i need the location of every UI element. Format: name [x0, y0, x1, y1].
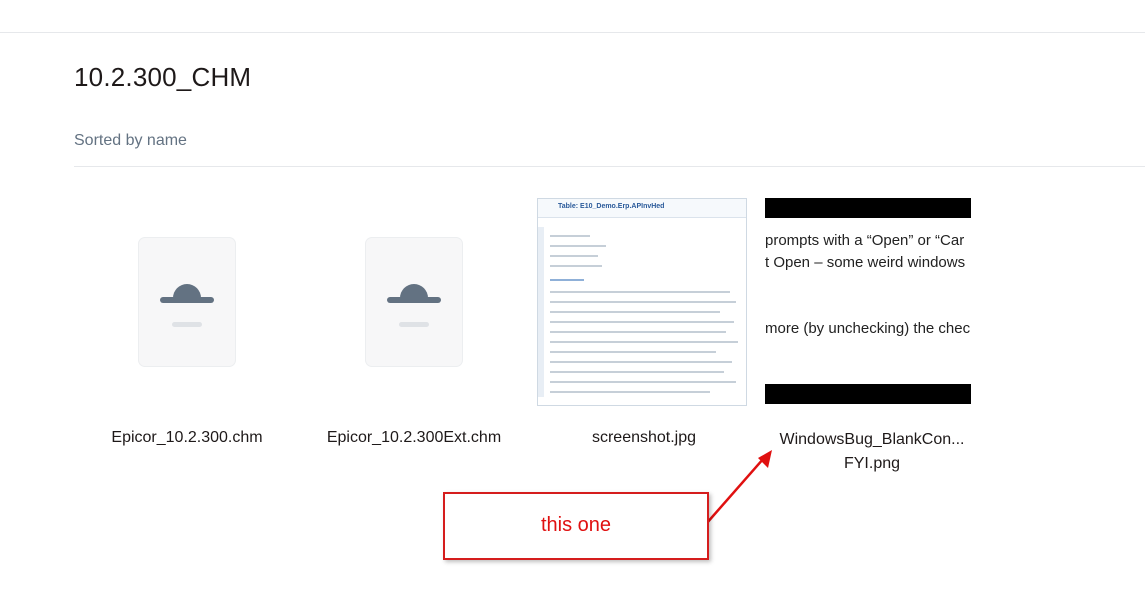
png-preview: prompts with a “Open” or “Car t Open – s…	[765, 198, 971, 404]
preview-line	[550, 341, 738, 343]
preview-line	[550, 265, 602, 267]
file-thumbnail[interactable]: prompts with a “Open” or “Car t Open – s…	[765, 198, 979, 406]
file-tile-screenshot-jpg[interactable]: Table: E10_Demo.Erp.APInvHed screenshot.…	[537, 198, 751, 450]
file-name-line: FYI.png	[843, 455, 901, 472]
lock-icon	[387, 284, 441, 303]
file-name[interactable]: WindowsBug_BlankCon... FYI.png	[765, 428, 979, 476]
preview-black-bar	[765, 198, 971, 218]
preview-line	[550, 245, 606, 247]
file-name[interactable]: Epicor_10.2.300.chm	[80, 426, 294, 450]
header-divider	[0, 32, 1145, 33]
preview-text-line: prompts with a “Open” or “Car	[765, 232, 965, 249]
preview-title: Table: E10_Demo.Erp.APInvHed	[558, 203, 665, 210]
preview-line	[550, 235, 590, 237]
file-tile-windowsbug-png[interactable]: prompts with a “Open” or “Car t Open – s…	[765, 198, 979, 476]
preview-line	[550, 381, 736, 383]
file-thumbnail[interactable]	[307, 198, 521, 406]
annotation-text: this one	[540, 514, 612, 536]
file-thumbnail[interactable]: Table: E10_Demo.Erp.APInvHed	[537, 198, 751, 406]
preview-line	[550, 279, 584, 281]
preview-line	[550, 371, 724, 373]
preview-titlebar: Table: E10_Demo.Erp.APInvHed	[538, 199, 746, 218]
screenshot-preview: Table: E10_Demo.Erp.APInvHed	[537, 198, 747, 406]
placeholder-bar	[172, 322, 202, 327]
preview-line	[550, 255, 598, 257]
file-tile-epicor-ext-chm[interactable]: Epicor_10.2.300Ext.chm	[307, 198, 521, 450]
preview-line	[550, 311, 720, 313]
preview-text-line: more (by unchecking) the chec	[765, 320, 971, 337]
preview-text-line: t Open – some weird windows	[765, 254, 966, 271]
lock-icon	[160, 284, 214, 303]
page-title: 10.2.300_CHM	[74, 62, 252, 92]
file-name[interactable]: Epicor_10.2.300Ext.chm	[307, 426, 521, 450]
sort-label[interactable]: Sorted by name	[74, 132, 187, 150]
preview-line	[550, 301, 736, 303]
file-placeholder-card	[366, 238, 462, 366]
annotation-arrow	[705, 450, 772, 525]
file-thumbnail[interactable]	[80, 198, 294, 406]
file-name-line: WindowsBug_BlankCon...	[779, 431, 965, 448]
preview-line	[550, 331, 726, 333]
file-tile-epicor-chm[interactable]: Epicor_10.2.300.chm	[80, 198, 294, 450]
preview-line	[550, 361, 732, 363]
preview-sidebar	[538, 227, 544, 397]
preview-line	[550, 321, 734, 323]
preview-line	[550, 391, 710, 393]
sort-divider	[74, 166, 1145, 167]
file-placeholder-card	[139, 238, 235, 366]
preview-line	[550, 351, 716, 353]
preview-black-bar	[765, 384, 971, 404]
preview-line	[550, 291, 730, 293]
annotation-callout: this one	[443, 492, 709, 560]
placeholder-bar	[399, 322, 429, 327]
